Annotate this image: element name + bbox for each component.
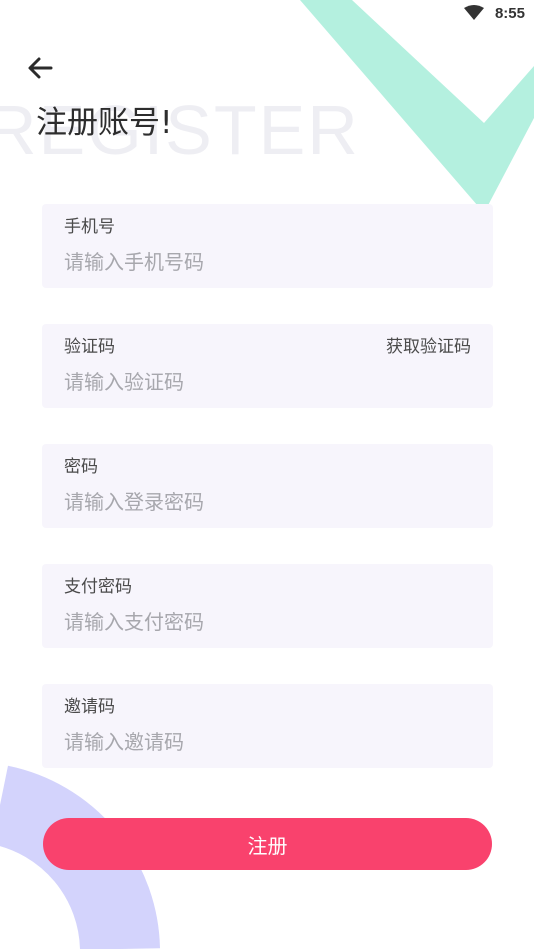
invite-input[interactable]	[64, 727, 464, 757]
password-field: 密码	[42, 444, 493, 528]
pay-password-field: 支付密码	[42, 564, 493, 648]
register-button[interactable]: 注册	[43, 818, 492, 870]
pay-password-input[interactable]	[64, 607, 464, 637]
status-time: 8:55	[494, 5, 525, 22]
invite-label: 邀请码	[64, 697, 115, 717]
password-label: 密码	[64, 457, 98, 477]
phone-field: 手机号	[42, 204, 493, 288]
password-input[interactable]	[64, 487, 464, 517]
code-label: 验证码	[64, 337, 115, 357]
arrow-left-icon	[28, 57, 53, 79]
invite-field: 邀请码	[42, 684, 493, 768]
status-bar: 8:55	[0, 0, 534, 30]
code-input[interactable]	[64, 367, 464, 397]
wifi-icon	[464, 5, 484, 20]
pay-password-label: 支付密码	[64, 577, 132, 597]
phone-label: 手机号	[64, 217, 115, 237]
code-field: 验证码 获取验证码	[42, 324, 493, 408]
page-title: 注册账号!	[36, 105, 173, 141]
back-button[interactable]	[22, 50, 58, 86]
get-code-button[interactable]: 获取验证码	[386, 336, 471, 358]
phone-input[interactable]	[64, 247, 464, 277]
